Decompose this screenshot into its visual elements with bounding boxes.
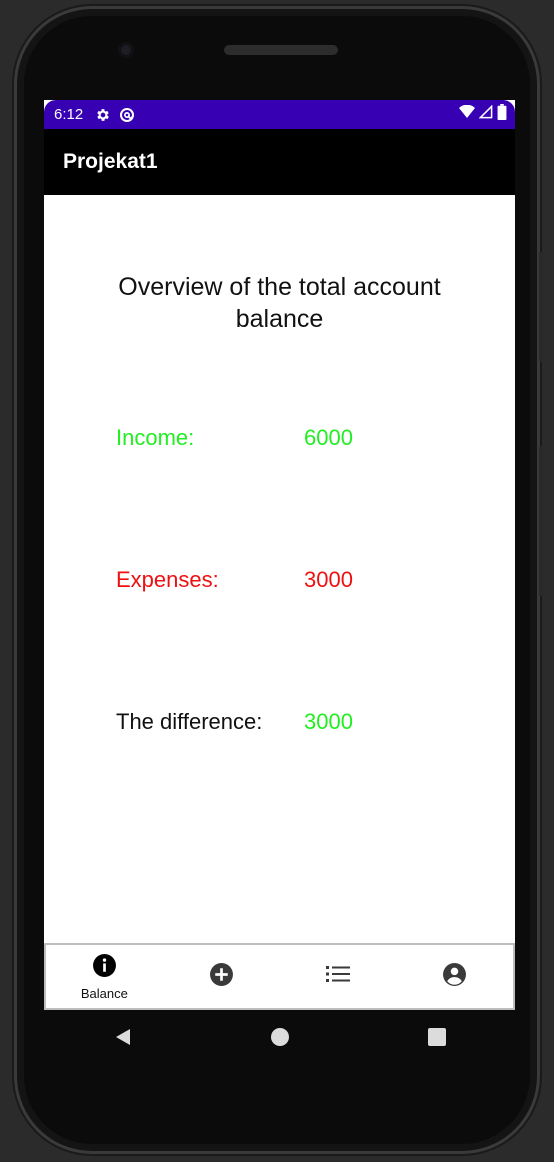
home-icon[interactable]: [270, 1027, 290, 1052]
add-circle-icon: [209, 962, 234, 992]
signal-icon: [478, 104, 493, 124]
nav-item-account[interactable]: [396, 945, 513, 1008]
difference-label: The difference:: [116, 709, 263, 734]
app-bar: Projekat1: [44, 129, 515, 195]
income-label: Income:: [116, 425, 195, 450]
gear-icon: [95, 107, 111, 123]
difference-value: 3000: [304, 709, 353, 734]
app-title: Projekat1: [63, 150, 158, 173]
expenses-value: 3000: [304, 567, 353, 592]
battery-icon: [497, 104, 507, 125]
nav-item-add[interactable]: [163, 945, 280, 1008]
nav-item-list[interactable]: [280, 945, 397, 1008]
income-value: 6000: [304, 425, 353, 450]
screen: 6:12 Projekat1 Overview of the total acc…: [44, 100, 515, 1010]
back-icon[interactable]: [113, 1027, 133, 1052]
earpiece-speaker: [224, 45, 338, 55]
power-button: [539, 446, 543, 596]
balance-overview: Overview of the total account balance In…: [44, 195, 515, 943]
info-icon: [92, 953, 117, 983]
page-title: Overview of the total account balance: [118, 273, 441, 333]
bottom-navigation: Balance: [44, 943, 515, 1010]
account-circle-icon: [442, 962, 467, 992]
nav-label-balance: Balance: [80, 985, 128, 1001]
system-navigation-bar: [44, 1010, 515, 1068]
at-sign-icon: [119, 107, 135, 123]
recents-icon[interactable]: [427, 1027, 447, 1052]
volume-button: [539, 252, 543, 362]
status-time: 6:12: [54, 106, 84, 123]
front-camera: [118, 42, 134, 58]
nav-item-balance[interactable]: Balance: [46, 945, 163, 1008]
list-icon: [325, 964, 350, 989]
wifi-icon: [459, 104, 475, 124]
status-bar: 6:12: [44, 100, 515, 129]
expenses-label: Expenses:: [116, 567, 219, 592]
